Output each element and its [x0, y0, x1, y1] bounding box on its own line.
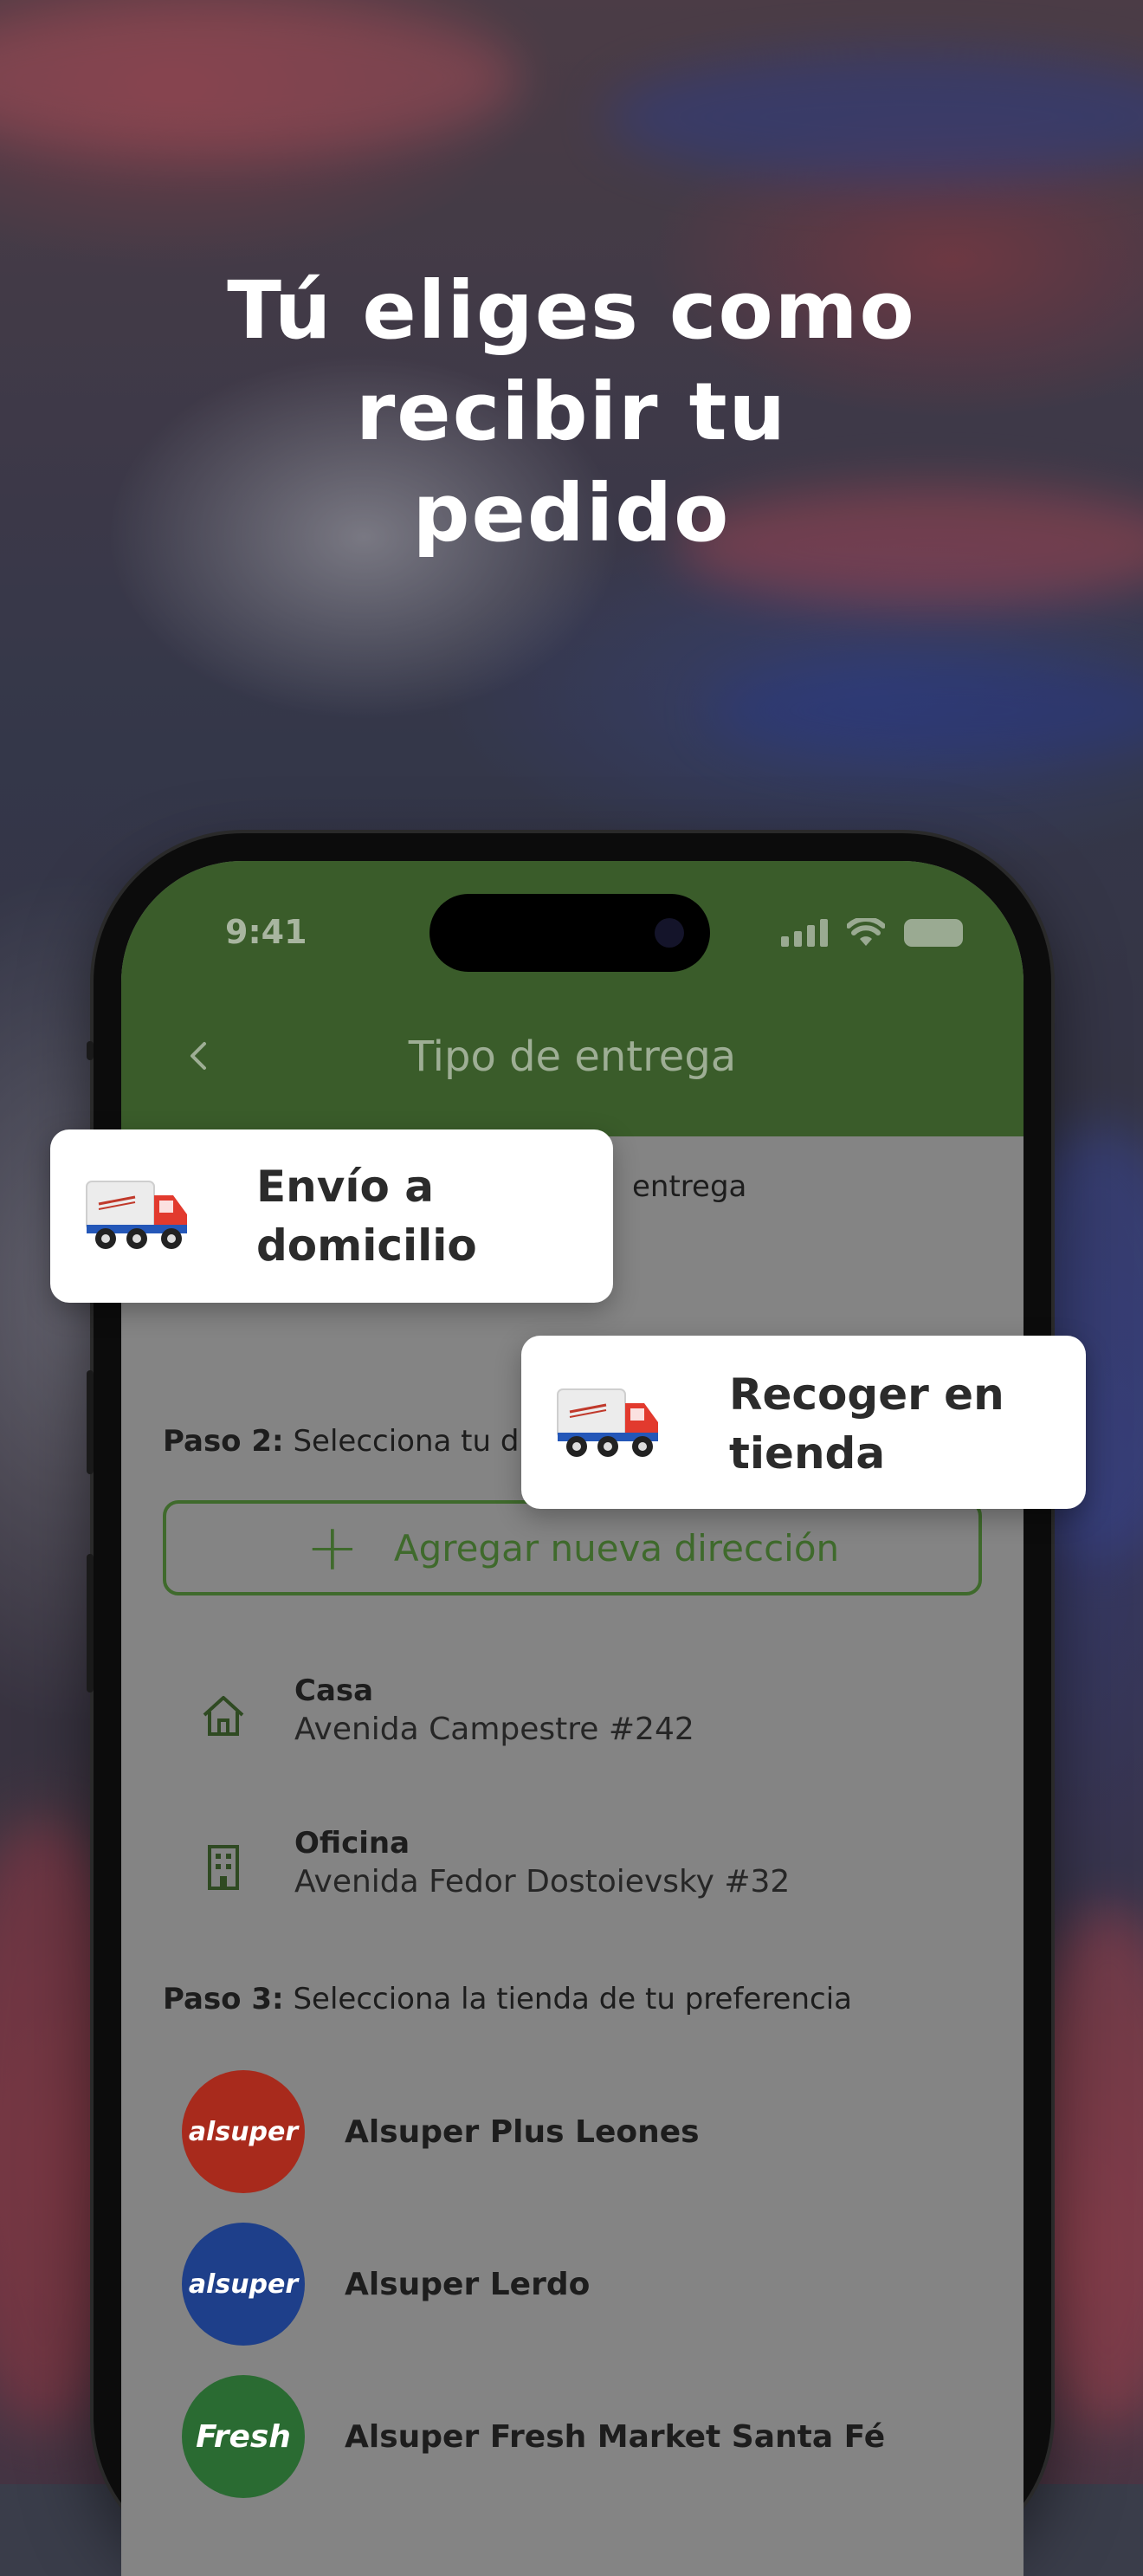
headline: Tú eliges como recibir tu pedido — [0, 260, 1143, 564]
headline-line-3: pedido — [412, 467, 731, 560]
logo-text: Fresh — [196, 2418, 291, 2455]
page-title: Tipo de entrega — [408, 1032, 737, 1081]
store-item-plus-leones[interactable]: alsuper Alsuper Plus Leones — [182, 2070, 700, 2193]
step3-label: Paso 3: Selecciona la tienda de tu prefe… — [163, 1982, 852, 2016]
home-delivery-card[interactable]: Envío a domicilio — [50, 1129, 613, 1303]
store-name: Alsuper Lerdo — [345, 2266, 591, 2302]
fresh-market-logo: Fresh — [182, 2375, 305, 2498]
address-line: Avenida Fedor Dostoievsky #32 — [294, 1864, 791, 1900]
step1-hidden-text: entrega — [632, 1169, 747, 1204]
store-pickup-line2: tienda — [729, 1428, 886, 1479]
alsuper-logo: alsuper — [182, 2223, 305, 2346]
phone-volume-down-button — [87, 1554, 94, 1693]
dynamic-island — [429, 894, 710, 972]
wifi-icon — [847, 918, 885, 946]
add-address-label: Agregar nueva dirección — [393, 1526, 840, 1570]
delivery-truck-icon — [557, 1388, 658, 1457]
store-name: Alsuper Plus Leones — [345, 2113, 700, 2150]
plus-icon: + — [305, 1511, 359, 1585]
phone-volume-up-button — [87, 1370, 94, 1474]
phone-side-button — [87, 1041, 94, 1060]
app-bar: 9:41 Tipo de entrega — [121, 861, 1024, 1136]
home-delivery-label: Envío a domicilio — [256, 1157, 477, 1275]
headline-line-2: recibir tu — [355, 366, 788, 458]
status-icons — [781, 918, 963, 948]
address-item-casa[interactable]: Casa Avenida Campestre #242 — [197, 1673, 694, 1747]
store-name: Alsuper Fresh Market Santa Fé — [345, 2418, 886, 2455]
store-pickup-card[interactable]: Recoger en tienda — [521, 1336, 1086, 1509]
battery-icon — [904, 919, 963, 947]
delivery-truck-icon — [86, 1181, 187, 1249]
signal-icon — [781, 919, 828, 947]
address-name: Oficina — [294, 1826, 410, 1861]
step2-label: Paso 2: Selecciona tu dire — [163, 1424, 557, 1459]
step3-prefix: Paso 3: — [163, 1982, 284, 2016]
home-delivery-line2: domicilio — [256, 1220, 477, 1271]
building-icon — [208, 1845, 239, 1890]
address-item-oficina[interactable]: Oficina Avenida Fedor Dostoievsky #32 — [197, 1826, 790, 1900]
logo-text: alsuper — [188, 2116, 299, 2147]
logo-text: alsuper — [188, 2269, 299, 2300]
home-delivery-line1: Envío a — [256, 1162, 434, 1212]
address-name: Casa — [294, 1673, 374, 1708]
store-item-fresh-market[interactable]: Fresh Alsuper Fresh Market Santa Fé — [182, 2375, 885, 2498]
store-item-lerdo[interactable]: alsuper Alsuper Lerdo — [182, 2223, 590, 2346]
step2-text: Selecciona tu dire — [293, 1424, 558, 1459]
store-pickup-label: Recoger en tienda — [729, 1365, 1004, 1483]
status-time: 9:41 — [225, 913, 307, 951]
phone-screen: 9:41 Tipo de entrega entrega Paso 2: Sel… — [121, 861, 1024, 2576]
headline-line-1: Tú eliges como — [227, 264, 916, 357]
home-icon — [203, 1696, 244, 1736]
address-line: Avenida Campestre #242 — [294, 1712, 694, 1747]
step2-prefix: Paso 2: — [163, 1424, 284, 1459]
phone-mockup: 9:41 Tipo de entrega entrega Paso 2: Sel… — [87, 833, 1051, 2576]
alsuper-logo: alsuper — [182, 2070, 305, 2193]
store-pickup-line1: Recoger en — [729, 1369, 1004, 1420]
step3-text: Selecciona la tienda de tu preferencia — [293, 1982, 852, 2016]
add-address-button[interactable]: + Agregar nueva dirección — [163, 1500, 982, 1595]
